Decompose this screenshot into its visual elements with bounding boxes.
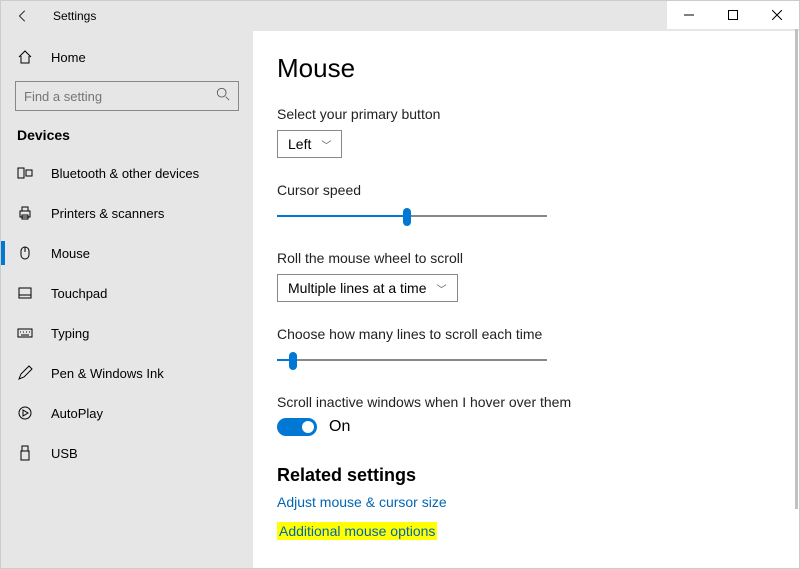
adjust-mouse-link[interactable]: Adjust mouse & cursor size bbox=[277, 494, 447, 510]
inactive-scroll-toggle[interactable]: On bbox=[277, 418, 350, 436]
sidebar-item-autoplay[interactable]: AutoPlay bbox=[1, 393, 253, 433]
sidebar-item-label: AutoPlay bbox=[51, 406, 103, 421]
toggle-track bbox=[277, 418, 317, 436]
settings-window: Settings Home bbox=[0, 0, 800, 569]
sidebar-item-keyboard[interactable]: Typing bbox=[1, 313, 253, 353]
keyboard-icon bbox=[17, 325, 33, 341]
minimize-button[interactable] bbox=[667, 1, 711, 29]
autoplay-icon bbox=[17, 405, 33, 421]
titlebar: Settings bbox=[1, 1, 799, 31]
sidebar: Home Devices Bluetooth & other devices Pr… bbox=[1, 31, 253, 568]
maximize-button[interactable] bbox=[711, 1, 755, 29]
printer-icon bbox=[17, 205, 33, 221]
sidebar-item-label: Printers & scanners bbox=[51, 206, 164, 221]
home-icon bbox=[17, 49, 33, 65]
primary-button-dropdown[interactable]: Left ﹀ bbox=[277, 130, 342, 158]
category-header: Devices bbox=[1, 121, 253, 153]
primary-button-value: Left bbox=[288, 136, 311, 152]
scroll-lines-slider[interactable] bbox=[277, 350, 547, 370]
window-title: Settings bbox=[53, 9, 96, 23]
sidebar-item-usb[interactable]: USB bbox=[1, 433, 253, 473]
body: Home Devices Bluetooth & other devices Pr… bbox=[1, 31, 799, 568]
cursor-speed-label: Cursor speed bbox=[277, 182, 799, 198]
content-area: Mouse Select your primary button Left ﹀ … bbox=[253, 31, 799, 568]
sidebar-item-pen[interactable]: Pen & Windows Ink bbox=[1, 353, 253, 393]
sidebar-item-label: Bluetooth & other devices bbox=[51, 166, 199, 181]
additional-mouse-options-link[interactable]: Additional mouse options bbox=[277, 522, 437, 540]
home-label: Home bbox=[51, 50, 86, 65]
home-nav[interactable]: Home bbox=[1, 39, 253, 75]
bluetooth-devices-icon bbox=[17, 165, 33, 181]
toggle-state-text: On bbox=[329, 418, 350, 436]
sidebar-item-touchpad[interactable]: Touchpad bbox=[1, 273, 253, 313]
sidebar-item-label: Touchpad bbox=[51, 286, 107, 301]
usb-icon bbox=[17, 445, 33, 461]
pen-icon bbox=[17, 365, 33, 381]
inactive-scroll-label: Scroll inactive windows when I hover ove… bbox=[277, 394, 799, 410]
sidebar-item-label: Mouse bbox=[51, 246, 90, 261]
primary-button-label: Select your primary button bbox=[277, 106, 799, 122]
search-input[interactable] bbox=[24, 89, 216, 104]
slider-thumb[interactable] bbox=[289, 352, 297, 370]
vertical-scrollbar[interactable] bbox=[795, 29, 798, 509]
scroll-lines-label: Choose how many lines to scroll each tim… bbox=[277, 326, 799, 342]
back-button[interactable] bbox=[7, 1, 39, 31]
related-settings-header: Related settings bbox=[277, 465, 799, 486]
sidebar-item-mouse[interactable]: Mouse bbox=[1, 233, 253, 273]
window-controls bbox=[667, 1, 799, 29]
page-title: Mouse bbox=[277, 53, 799, 84]
toggle-knob bbox=[302, 421, 314, 433]
scroll-mode-dropdown[interactable]: Multiple lines at a time ﹀ bbox=[277, 274, 458, 302]
scroll-mode-value: Multiple lines at a time bbox=[288, 280, 427, 296]
search-icon bbox=[216, 87, 230, 106]
sidebar-item-label: Pen & Windows Ink bbox=[51, 366, 164, 381]
chevron-down-icon: ﹀ bbox=[437, 281, 447, 296]
sidebar-item-printer[interactable]: Printers & scanners bbox=[1, 193, 253, 233]
scroll-mode-label: Roll the mouse wheel to scroll bbox=[277, 250, 799, 266]
sidebar-item-bluetooth-devices[interactable]: Bluetooth & other devices bbox=[1, 153, 253, 193]
slider-thumb[interactable] bbox=[403, 208, 411, 226]
close-button[interactable] bbox=[755, 1, 799, 29]
search-box[interactable] bbox=[15, 81, 239, 111]
sidebar-item-label: USB bbox=[51, 446, 78, 461]
chevron-down-icon: ﹀ bbox=[321, 137, 331, 152]
cursor-speed-slider[interactable] bbox=[277, 206, 547, 226]
mouse-icon bbox=[17, 245, 33, 261]
touchpad-icon bbox=[17, 285, 33, 301]
sidebar-item-label: Typing bbox=[51, 326, 89, 341]
